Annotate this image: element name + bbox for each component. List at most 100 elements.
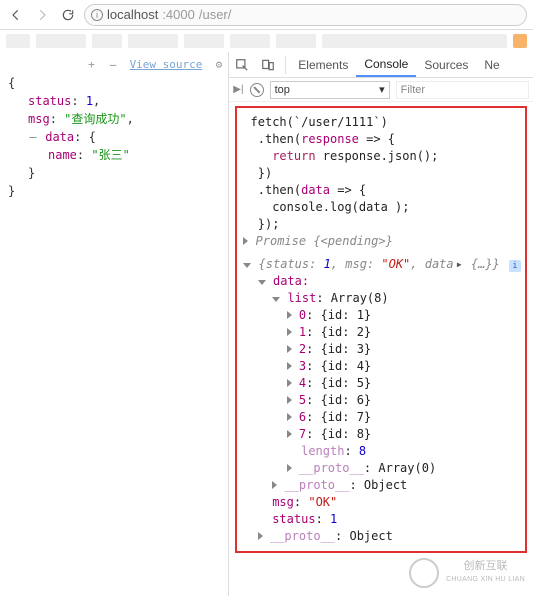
site-info-icon[interactable]: i bbox=[91, 9, 103, 21]
device-icon[interactable] bbox=[255, 58, 281, 72]
list-item: 2: {id: 3} bbox=[243, 341, 521, 358]
code-line: }); bbox=[243, 216, 521, 233]
list-item: 0: {id: 1} bbox=[243, 307, 521, 324]
console-output: fetch(`/user/1111`) .then(response => { … bbox=[235, 106, 527, 553]
obj-proto: __proto__ bbox=[299, 461, 364, 475]
expand-arrow-icon[interactable] bbox=[243, 263, 251, 268]
url-port: :4000 bbox=[162, 7, 195, 22]
filter-input[interactable]: Filter bbox=[396, 81, 529, 99]
list-item: 7: {id: 8} bbox=[243, 426, 521, 443]
code-line: fetch(`/user/1111`) bbox=[251, 115, 388, 129]
obj-msg-val: "OK" bbox=[308, 495, 337, 509]
json-val-status: 1 bbox=[86, 94, 93, 108]
clear-console-icon[interactable] bbox=[250, 83, 264, 97]
promise-line: Promise {<pending>} bbox=[256, 234, 393, 248]
obj-list-type: Array(8) bbox=[331, 291, 389, 305]
list-item: 4: {id: 5} bbox=[243, 375, 521, 392]
console-controls: ▶| top ▾ Filter bbox=[229, 78, 533, 102]
list-item: 1: {id: 2} bbox=[243, 324, 521, 341]
obj-data: data: bbox=[273, 274, 309, 288]
json-key-data: data bbox=[45, 130, 74, 144]
obj-summary: {…}} bbox=[464, 257, 500, 271]
code-line: }) bbox=[243, 165, 521, 182]
expand-arrow-icon[interactable] bbox=[243, 237, 248, 245]
json-key-name: name bbox=[48, 148, 77, 162]
json-key-msg: msg bbox=[28, 112, 50, 126]
address-bar[interactable]: i localhost :4000/user/ bbox=[84, 4, 527, 26]
watermark-line2: CHUANG XIN HU LIAN bbox=[446, 573, 525, 586]
obj-proto: __proto__ bbox=[284, 478, 349, 492]
url-path: /user/ bbox=[199, 7, 232, 22]
expand-arrow-icon[interactable] bbox=[272, 297, 280, 302]
reload-button[interactable] bbox=[58, 5, 78, 25]
bookmark-bar bbox=[0, 30, 533, 52]
obj-msg-key: msg bbox=[272, 495, 294, 509]
json-key-status: status bbox=[28, 94, 71, 108]
code-line: .then( bbox=[243, 132, 301, 146]
code-line: => { bbox=[359, 132, 395, 146]
obj-length-key: length bbox=[301, 444, 344, 458]
collapse-icon[interactable]: – bbox=[28, 128, 38, 146]
obj-summary: , data bbox=[410, 257, 453, 271]
watermark-logo-icon bbox=[409, 558, 439, 588]
expand-arrow-icon[interactable] bbox=[272, 481, 277, 489]
url-host: localhost bbox=[107, 7, 158, 22]
obj-proto-val: Array(0) bbox=[378, 461, 436, 475]
gear-icon[interactable]: ⚙ bbox=[209, 58, 222, 71]
tab-next[interactable]: Ne bbox=[476, 52, 507, 77]
expand-arrow-icon[interactable] bbox=[287, 464, 292, 472]
expand-arrow-icon[interactable] bbox=[287, 362, 292, 370]
inspect-icon[interactable] bbox=[229, 58, 255, 72]
context-selector[interactable]: top ▾ bbox=[270, 81, 390, 99]
obj-proto-val: Object bbox=[364, 478, 407, 492]
json-val-msg: "查询成功" bbox=[64, 112, 126, 126]
sidebar-toggle-icon[interactable]: ▶| bbox=[233, 84, 243, 95]
main-split: + – View source ⚙ { status: 1, msg: "查询成… bbox=[0, 52, 533, 596]
expand-arrow-icon[interactable] bbox=[287, 413, 292, 421]
obj-length-val: 8 bbox=[359, 444, 366, 458]
obj-summary: 1 bbox=[324, 257, 331, 271]
code-line: console.log(data ); bbox=[243, 199, 521, 216]
code-line: response.json(); bbox=[323, 149, 439, 163]
tab-sources[interactable]: Sources bbox=[416, 52, 476, 77]
watermark: 创新互联 CHUANG XIN HU LIAN bbox=[409, 558, 525, 588]
view-source-link[interactable]: View source bbox=[130, 58, 203, 71]
json-viewer-pane: + – View source ⚙ { status: 1, msg: "查询成… bbox=[0, 52, 229, 596]
obj-proto: __proto__ bbox=[270, 529, 335, 543]
tab-console[interactable]: Console bbox=[356, 52, 416, 77]
devtools-pane: Elements Console Sources Ne ▶| top ▾ Fil… bbox=[229, 52, 533, 596]
code-param: response bbox=[301, 132, 359, 146]
context-value: top bbox=[275, 84, 290, 96]
code-line: => { bbox=[330, 183, 366, 197]
obj-list-key: list bbox=[287, 291, 316, 305]
info-icon[interactable]: i bbox=[509, 260, 521, 272]
expand-arrow-icon[interactable] bbox=[287, 430, 292, 438]
expand-arrow-icon[interactable] bbox=[258, 532, 263, 540]
obj-summary: "OK" bbox=[381, 257, 410, 271]
browser-toolbar: i localhost :4000/user/ bbox=[0, 0, 533, 30]
expand-arrow-icon[interactable] bbox=[258, 280, 266, 285]
expand-arrow-icon[interactable] bbox=[287, 345, 292, 353]
watermark-line1: 创新互联 bbox=[446, 560, 525, 573]
back-button[interactable] bbox=[6, 5, 26, 25]
expand-arrow-icon[interactable] bbox=[287, 328, 292, 336]
list-item: 6: {id: 7} bbox=[243, 409, 521, 426]
tab-elements[interactable]: Elements bbox=[290, 52, 356, 77]
json-body: { status: 1, msg: "查询成功", – data: { name… bbox=[0, 52, 228, 208]
obj-status-key: status bbox=[272, 512, 315, 526]
code-line: .then( bbox=[243, 183, 301, 197]
chevron-down-icon: ▾ bbox=[379, 83, 385, 96]
forward-button[interactable] bbox=[32, 5, 52, 25]
expand-arrow-icon[interactable] bbox=[287, 396, 292, 404]
expand-arrow-icon[interactable] bbox=[287, 379, 292, 387]
list-item: 5: {id: 6} bbox=[243, 392, 521, 409]
list-item: 3: {id: 4} bbox=[243, 358, 521, 375]
expand-arrow-icon[interactable] bbox=[287, 311, 292, 319]
obj-summary: , msg: bbox=[331, 257, 382, 271]
json-val-name: "张三" bbox=[91, 148, 129, 162]
devtools-tabs: Elements Console Sources Ne bbox=[229, 52, 533, 78]
obj-summary: {status: bbox=[259, 257, 324, 271]
filter-placeholder: Filter bbox=[401, 84, 425, 96]
expand-icon[interactable]: + bbox=[86, 56, 96, 74]
viewsource-bar: + – View source ⚙ bbox=[86, 56, 222, 74]
